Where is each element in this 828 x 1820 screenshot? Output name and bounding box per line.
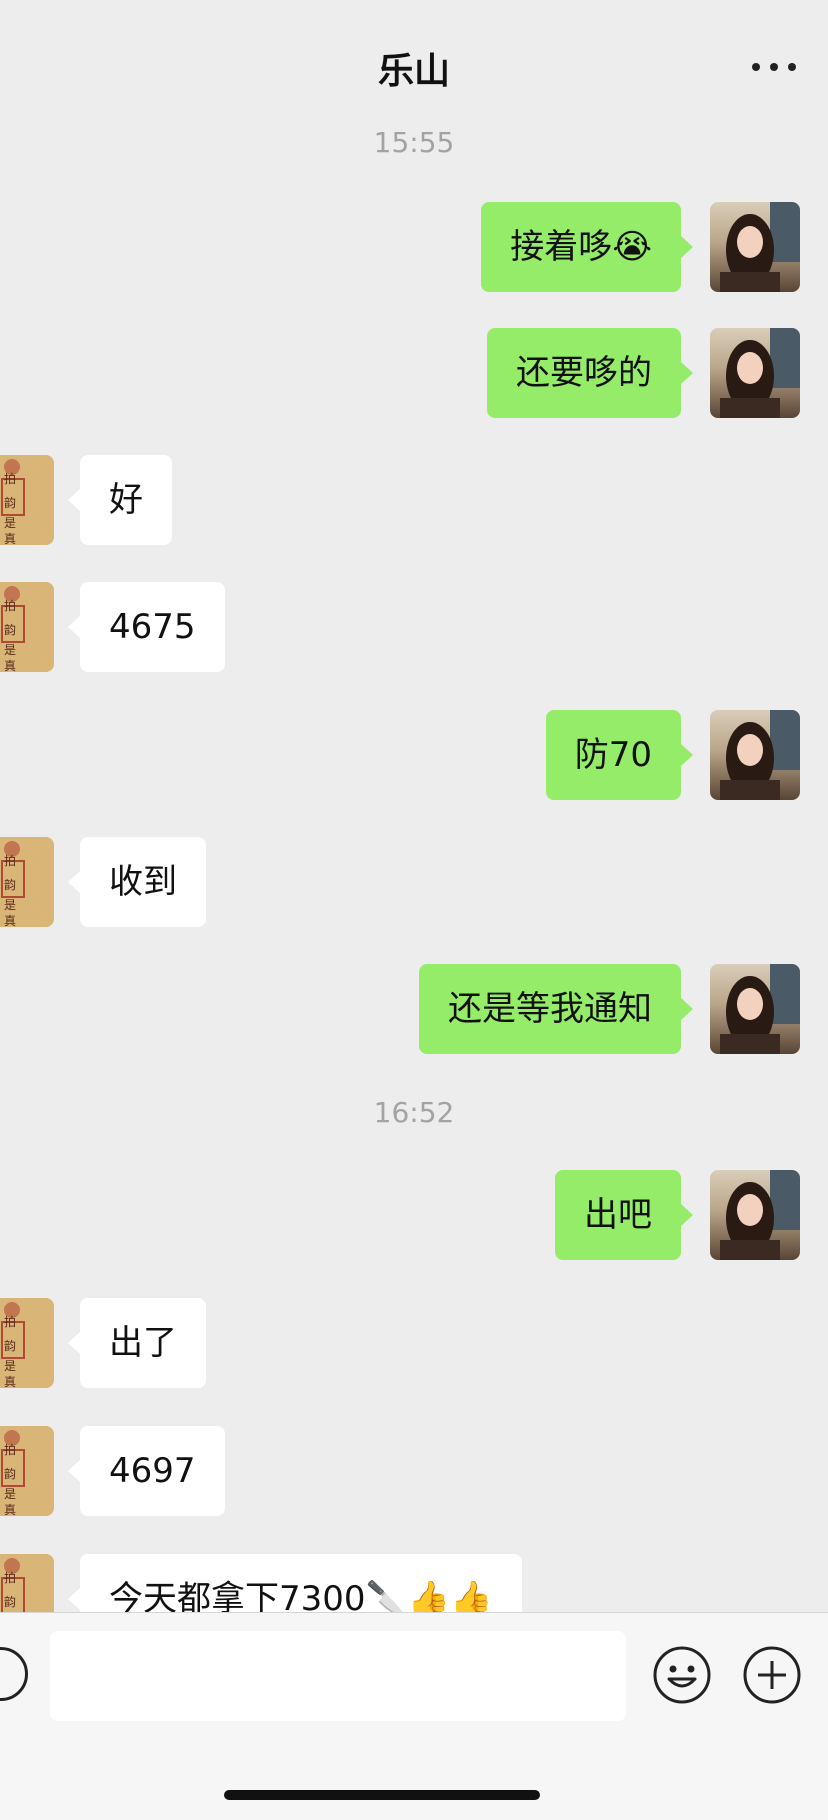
svg-text:韵: 韵 bbox=[4, 1466, 16, 1481]
svg-text:拍: 拍 bbox=[4, 598, 16, 613]
message-bubble[interactable]: 今天都拿下7300🔪👍👍 bbox=[80, 1554, 522, 1612]
bubble-tail bbox=[68, 489, 80, 511]
message-bubble[interactable]: 4675 bbox=[80, 582, 225, 672]
input-bar bbox=[0, 1612, 828, 1820]
svg-text:真: 真 bbox=[4, 914, 16, 927]
contact-avatar[interactable]: 拍韵是真 bbox=[0, 1298, 54, 1388]
message-bubble[interactable]: 出吧 bbox=[555, 1170, 681, 1260]
dot bbox=[752, 63, 760, 71]
chat-header: 乐山 bbox=[0, 0, 828, 120]
contact-avatar[interactable]: 拍韵是真 bbox=[0, 455, 54, 545]
svg-text:真: 真 bbox=[4, 1503, 16, 1516]
svg-text:韵: 韵 bbox=[4, 1594, 16, 1609]
svg-text:是: 是 bbox=[4, 1359, 16, 1373]
bubble-tail bbox=[68, 1588, 80, 1610]
svg-text:韵: 韵 bbox=[4, 877, 16, 892]
bubble-tail bbox=[681, 998, 693, 1020]
self-avatar[interactable] bbox=[710, 202, 800, 292]
svg-text:拍: 拍 bbox=[4, 1570, 16, 1585]
svg-text:拍: 拍 bbox=[4, 853, 16, 868]
svg-text:拍: 拍 bbox=[4, 1442, 16, 1457]
self-avatar[interactable] bbox=[710, 710, 800, 800]
timestamp: 16:52 bbox=[373, 1096, 455, 1129]
contact-avatar[interactable]: 拍韵是真 bbox=[0, 582, 54, 672]
message-bubble[interactable]: 接着哆😭 bbox=[481, 202, 681, 292]
svg-text:韵: 韵 bbox=[4, 622, 16, 637]
emoji-icon[interactable] bbox=[652, 1645, 712, 1705]
contact-avatar[interactable]: 拍韵是真 bbox=[0, 1554, 54, 1612]
bubble-tail bbox=[681, 744, 693, 766]
svg-text:是: 是 bbox=[4, 516, 16, 530]
bubble-tail bbox=[68, 1332, 80, 1354]
svg-text:真: 真 bbox=[4, 659, 16, 672]
contact-avatar[interactable]: 拍韵是真 bbox=[0, 837, 54, 927]
dot bbox=[770, 63, 778, 71]
bubble-tail bbox=[681, 362, 693, 384]
bubble-tail bbox=[68, 616, 80, 638]
svg-text:拍: 拍 bbox=[4, 1314, 16, 1329]
chat-area: 15:55 接着哆😭 还要哆的 拍韵是真 好 拍韵是真 4675 防70 拍 韵… bbox=[0, 0, 828, 1612]
self-avatar[interactable] bbox=[710, 328, 800, 418]
svg-text:真: 真 bbox=[4, 532, 16, 545]
contact-avatar[interactable]: 拍韵是真 bbox=[0, 1426, 54, 1516]
message-bubble[interactable]: 出了 bbox=[80, 1298, 206, 1388]
message-bubble[interactable]: 防70 bbox=[545, 710, 681, 800]
svg-text:是: 是 bbox=[4, 898, 16, 912]
message-input[interactable] bbox=[50, 1631, 626, 1721]
bubble-tail bbox=[68, 1460, 80, 1482]
bubble-tail bbox=[681, 1204, 693, 1226]
svg-text:拍: 拍 bbox=[4, 471, 16, 486]
message-bubble[interactable]: 好 bbox=[80, 455, 172, 545]
svg-text:是: 是 bbox=[4, 1487, 16, 1501]
plus-icon[interactable] bbox=[742, 1645, 802, 1705]
svg-text:是: 是 bbox=[4, 643, 16, 657]
timestamp: 15:55 bbox=[373, 126, 455, 159]
svg-text:韵: 韵 bbox=[4, 495, 16, 510]
message-bubble[interactable]: 收到 bbox=[80, 837, 206, 927]
dot bbox=[788, 63, 796, 71]
self-avatar[interactable] bbox=[710, 964, 800, 1054]
message-bubble[interactable]: 还要哆的 bbox=[487, 328, 681, 418]
bubble-tail bbox=[68, 871, 80, 893]
svg-text:真: 真 bbox=[4, 1375, 16, 1388]
svg-text:韵: 韵 bbox=[4, 1338, 16, 1353]
more-dots-icon[interactable] bbox=[752, 52, 796, 82]
voice-icon[interactable] bbox=[0, 1647, 28, 1701]
self-avatar[interactable] bbox=[710, 1170, 800, 1260]
home-indicator[interactable] bbox=[224, 1790, 540, 1800]
chat-title: 乐山 bbox=[377, 51, 450, 92]
message-bubble[interactable]: 还是等我通知 bbox=[419, 964, 681, 1054]
message-bubble[interactable]: 4697 bbox=[80, 1426, 225, 1516]
bubble-tail bbox=[681, 236, 693, 258]
